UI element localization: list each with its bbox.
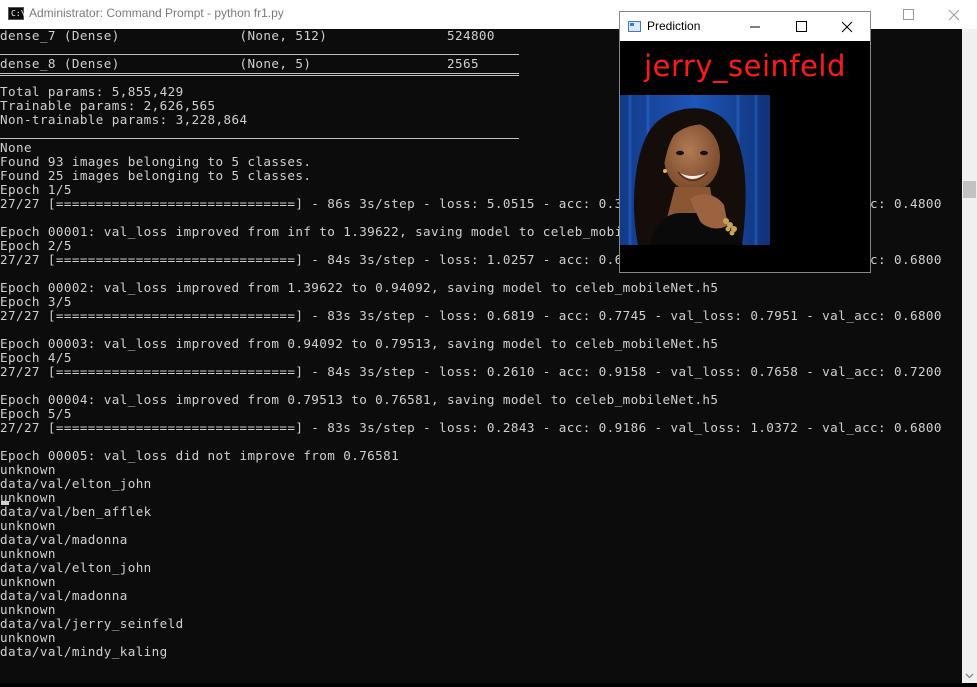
portrait-image (620, 95, 770, 245)
console-line: Found 25 images belonging to 5 classes. (0, 168, 312, 183)
image-window-icon (628, 21, 641, 32)
console-line: data/val/jerry_seinfeld (0, 616, 184, 631)
console-line: data/val/ben_afflek (0, 504, 152, 519)
cmd-window-title: Administrator: Command Prompt - python f… (29, 6, 284, 20)
console-line: data/val/mindy_kaling (0, 644, 168, 659)
console-line: Epoch 4/5 (0, 350, 72, 365)
prediction-minimize-button[interactable] (732, 12, 778, 41)
console-line: unknown (0, 630, 56, 645)
console-line: dense_7 (Dense) (None, 512) 524800 (0, 29, 495, 43)
console-line: Epoch 00004: val_loss improved from 0.79… (0, 392, 719, 407)
console-line: unknown (0, 518, 56, 533)
chevron-down-icon (965, 673, 974, 679)
prediction-maximize-button[interactable] (778, 12, 824, 41)
text-cursor (1, 501, 9, 505)
prediction-window: Prediction jerry_seinfeld (619, 11, 871, 273)
console-line: Epoch 5/5 (0, 406, 72, 421)
console-line: Epoch 00003: val_loss improved from 0.94… (0, 336, 719, 351)
cmd-close-button[interactable] (931, 0, 977, 29)
console-line: None (0, 140, 32, 155)
console-line: dense_8 (Dense) (None, 5) 2565 (0, 56, 479, 71)
console-divider (0, 54, 519, 55)
console-line: Epoch 2/5 (0, 238, 72, 253)
prediction-titlebar[interactable]: Prediction (620, 12, 870, 41)
console-line: data/val/madonna (0, 532, 128, 547)
console-line: Epoch 00001: val_loss improved from inf … (0, 224, 687, 239)
scrollbar-thumb[interactable] (963, 181, 976, 198)
console-line: 27/27 [==============================] -… (0, 308, 942, 323)
console-line: data/val/elton_john (0, 476, 152, 491)
console-line: data/val/madonna (0, 588, 128, 603)
console-line: Epoch 00005: val_loss did not improve fr… (0, 448, 400, 463)
maximize-icon (796, 21, 807, 32)
vertical-scrollbar[interactable] (962, 29, 977, 683)
console-line: Trainable params: 2,626,565 (0, 98, 216, 113)
portrait-photo (620, 95, 770, 245)
cmd-icon: C:\ (8, 7, 26, 20)
console-line: unknown (0, 546, 56, 561)
console-line: Found 93 images belonging to 5 classes. (0, 154, 312, 169)
console-line: 27/27 [==============================] -… (0, 364, 942, 379)
prediction-window-title: Prediction (647, 19, 701, 33)
console-divider (0, 138, 519, 139)
console-line: unknown (0, 574, 56, 589)
console-line: Epoch 1/5 (0, 182, 72, 197)
maximize-icon (903, 9, 914, 20)
minimize-icon (750, 26, 760, 28)
console-line: Total params: 5,855,429 (0, 84, 184, 99)
console-line: unknown (0, 462, 56, 477)
cmd-maximize-button[interactable] (885, 0, 931, 29)
console-line: unknown (0, 602, 56, 617)
console-line: data/val/elton_john (0, 560, 152, 575)
close-icon (948, 9, 960, 21)
predicted-label: jerry_seinfeld (644, 49, 846, 83)
scroll-down-button[interactable] (962, 668, 977, 683)
console-line: Epoch 3/5 (0, 294, 72, 309)
cmd-icon-glyph: C:\ (11, 9, 26, 18)
console-line: Epoch 00002: val_loss improved from 1.39… (0, 280, 719, 295)
prediction-close-button[interactable] (824, 12, 870, 41)
console-line: Non-trainable params: 3,228,864 (0, 112, 248, 127)
console-line: 27/27 [==============================] -… (0, 420, 942, 435)
close-icon (841, 21, 853, 33)
console-double-divider (0, 73, 519, 76)
